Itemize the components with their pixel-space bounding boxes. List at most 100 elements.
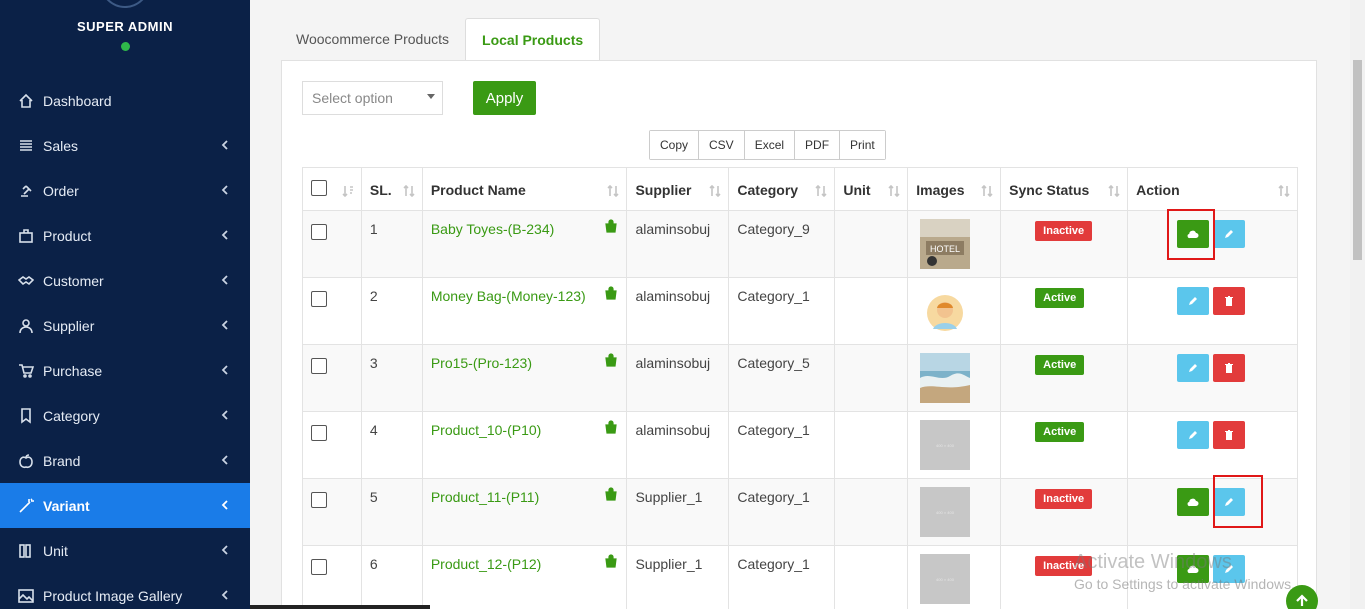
select-all-checkbox[interactable] bbox=[311, 180, 327, 196]
image-cell: 400 × 400 bbox=[907, 545, 1002, 609]
header-images[interactable]: Images bbox=[907, 167, 1002, 211]
sidebar-item-label: Brand bbox=[43, 452, 81, 469]
header-select-all[interactable] bbox=[302, 167, 362, 211]
shopping-bag-icon bbox=[604, 554, 618, 571]
product-name-cell: Product_10-(P10) bbox=[421, 411, 628, 479]
sidebar-item-product[interactable]: Product bbox=[0, 213, 250, 258]
sidebar-item-unit[interactable]: Unit bbox=[0, 528, 250, 573]
row-checkbox[interactable] bbox=[311, 291, 327, 307]
image-icon bbox=[15, 588, 37, 604]
sidebar-item-product-image-gallery[interactable]: Product Image Gallery bbox=[0, 573, 250, 609]
shopping-bag-icon bbox=[604, 420, 618, 437]
row-select-cell bbox=[302, 344, 362, 412]
header-category[interactable]: Category bbox=[728, 167, 836, 211]
header-action[interactable]: Action bbox=[1127, 167, 1298, 211]
svg-text:400 × 400: 400 × 400 bbox=[936, 577, 955, 582]
bulk-action-select[interactable]: Select option bbox=[302, 81, 443, 115]
header-product-name[interactable]: Product Name bbox=[421, 167, 628, 211]
apply-button[interactable]: Apply bbox=[473, 81, 536, 115]
scrollbar-thumb[interactable] bbox=[1353, 60, 1362, 260]
product-name-link[interactable]: Money Bag-(Money-123) bbox=[431, 288, 586, 304]
pdf-button[interactable]: PDF bbox=[795, 131, 841, 159]
sort-icon[interactable] bbox=[888, 184, 900, 198]
unit-cell bbox=[834, 478, 909, 546]
product-name-cell: Product_11-(P11) bbox=[421, 478, 628, 546]
sync-button[interactable] bbox=[1177, 488, 1210, 516]
excel-button[interactable]: Excel bbox=[744, 131, 796, 159]
sidebar-item-label: Order bbox=[43, 182, 79, 199]
product-name-link[interactable]: Product_12-(P12) bbox=[431, 556, 542, 572]
product-thumbnail: 400 × 400 bbox=[916, 487, 992, 537]
edit-button[interactable] bbox=[1213, 220, 1246, 248]
product-name-link[interactable]: Product_10-(P10) bbox=[431, 422, 542, 438]
delete-button[interactable] bbox=[1213, 287, 1246, 315]
product-name-link[interactable]: Baby Toyes-(B-234) bbox=[431, 221, 554, 237]
product-thumbnail bbox=[916, 286, 992, 336]
sidebar-item-supplier[interactable]: Supplier bbox=[0, 303, 250, 348]
sidebar-item-brand[interactable]: Brand bbox=[0, 438, 250, 483]
unit-cell bbox=[834, 277, 909, 345]
main-content: Woocommerce Products Local Products Sele… bbox=[250, 0, 1365, 609]
chevron-left-icon bbox=[218, 408, 232, 422]
delete-button[interactable] bbox=[1213, 354, 1246, 382]
sort-icon[interactable] bbox=[1278, 184, 1290, 198]
sidebar-item-variant[interactable]: Variant bbox=[0, 483, 250, 528]
status-badge: Active bbox=[1035, 355, 1085, 375]
sort-icon[interactable] bbox=[1108, 184, 1120, 198]
edit-button[interactable] bbox=[1177, 421, 1210, 449]
header-unit[interactable]: Unit bbox=[834, 167, 909, 211]
print-button[interactable]: Print bbox=[840, 131, 885, 159]
row-checkbox[interactable] bbox=[311, 224, 327, 240]
sort-icon[interactable] bbox=[342, 184, 354, 198]
admin-avatar bbox=[100, 0, 150, 8]
shopping-bag-icon bbox=[604, 219, 618, 236]
header-sl[interactable]: SL. bbox=[360, 167, 423, 211]
row-checkbox[interactable] bbox=[311, 425, 327, 441]
sort-icon[interactable] bbox=[981, 184, 993, 198]
sidebar-item-customer[interactable]: Customer bbox=[0, 258, 250, 303]
sync-status-cell: Inactive bbox=[1000, 478, 1129, 546]
product-name-link[interactable]: Product_11-(P11) bbox=[431, 489, 539, 505]
copy-button[interactable]: Copy bbox=[650, 131, 700, 159]
delete-button[interactable] bbox=[1213, 421, 1246, 449]
product-thumbnail: HOTEL bbox=[916, 219, 992, 269]
sl-cell: 1 bbox=[360, 210, 423, 278]
product-name-link[interactable]: Pro15-(Pro-123) bbox=[431, 355, 532, 371]
row-checkbox[interactable] bbox=[311, 358, 327, 374]
edit-button[interactable] bbox=[1177, 354, 1210, 382]
header-supplier[interactable]: Supplier bbox=[626, 167, 730, 211]
sl-cell: 5 bbox=[360, 478, 423, 546]
sidebar-item-category[interactable]: Category bbox=[0, 393, 250, 438]
sidebar-item-purchase[interactable]: Purchase bbox=[0, 348, 250, 393]
header-sync-status[interactable]: Sync Status bbox=[1000, 167, 1129, 211]
row-select-cell bbox=[302, 545, 362, 609]
vertical-scrollbar[interactable] bbox=[1350, 0, 1365, 609]
sort-icon[interactable] bbox=[403, 184, 415, 198]
sidebar-item-dashboard[interactable]: Dashboard bbox=[0, 78, 250, 123]
unit-cell bbox=[834, 545, 909, 609]
scroll-to-top-button[interactable] bbox=[1286, 585, 1318, 609]
sidebar-item-sales[interactable]: Sales bbox=[0, 123, 250, 168]
product-name-cell: Pro15-(Pro-123) bbox=[421, 344, 628, 412]
arrow-up-icon bbox=[1296, 594, 1308, 606]
sort-icon[interactable] bbox=[709, 184, 721, 198]
csv-button[interactable]: CSV bbox=[699, 131, 745, 159]
sort-icon[interactable] bbox=[607, 184, 620, 198]
sidebar-item-order[interactable]: Order bbox=[0, 168, 250, 213]
table-header-row: SL. Product Name Supplier Category Unit … bbox=[302, 167, 1298, 211]
status-badge: Inactive bbox=[1035, 221, 1093, 241]
sidebar-item-label: Dashboard bbox=[43, 92, 112, 109]
edit-button[interactable] bbox=[1177, 287, 1210, 315]
row-checkbox[interactable] bbox=[311, 492, 327, 508]
cart-icon bbox=[15, 363, 37, 379]
product-thumbnail bbox=[916, 353, 992, 403]
unit-cell bbox=[834, 344, 909, 412]
tab-local-products[interactable]: Local Products bbox=[465, 18, 601, 60]
row-select-cell bbox=[302, 277, 362, 345]
sort-icon[interactable] bbox=[815, 184, 827, 198]
sidebar-item-label: Sales bbox=[43, 137, 79, 154]
row-checkbox[interactable] bbox=[311, 559, 327, 575]
chevron-left-icon bbox=[218, 453, 232, 467]
highlight-box bbox=[1213, 475, 1263, 528]
tab-woocommerce-products[interactable]: Woocommerce Products bbox=[280, 18, 465, 60]
